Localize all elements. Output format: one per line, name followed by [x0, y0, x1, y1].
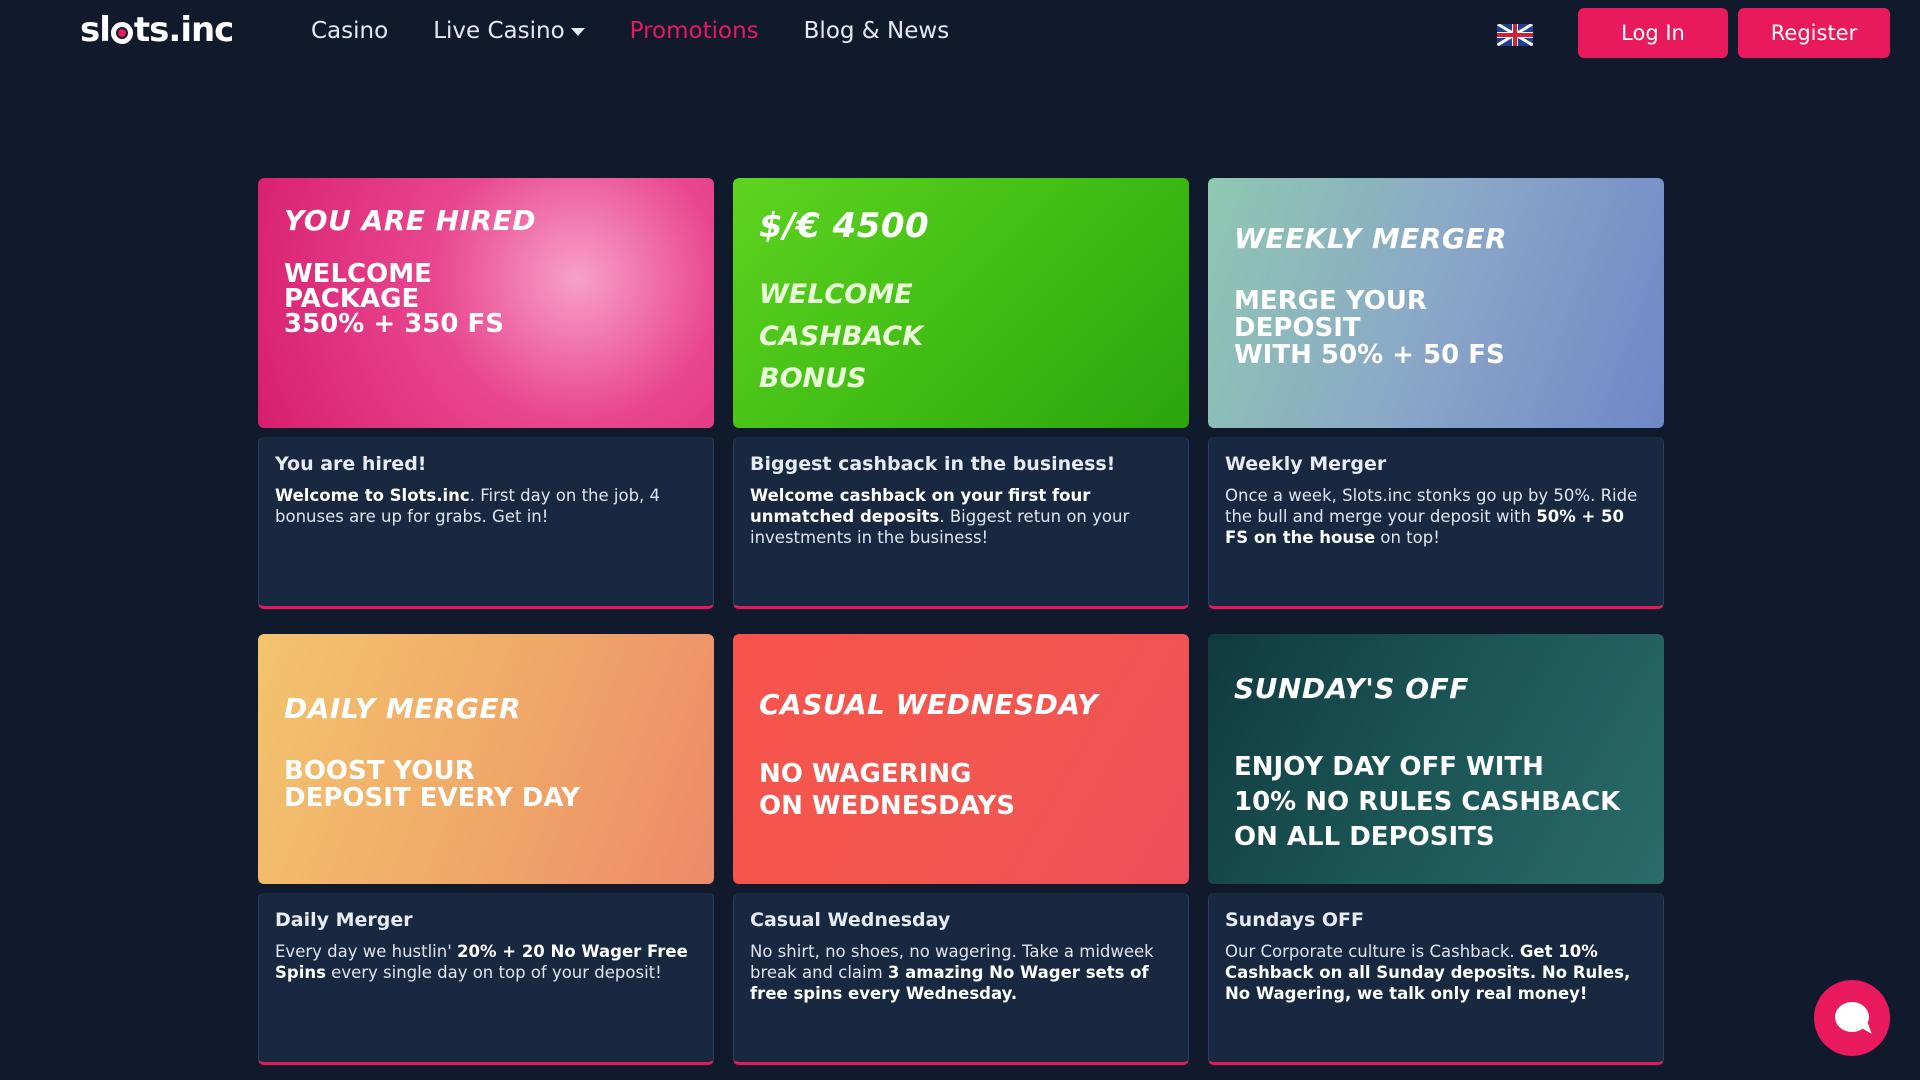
- promo-description: No shirt, no shoes, no wagering. Take a …: [750, 942, 1154, 1003]
- promo-title: Biggest cashback in the business!: [750, 453, 1116, 475]
- banner-title: DAILY MERGER: [284, 692, 522, 725]
- promo-description: Once a week, Slots.inc stonks go up by 5…: [1225, 486, 1638, 547]
- promo-card-body: Sundays OFF Our Corporate culture is Cas…: [1208, 893, 1664, 1065]
- caret-down-icon: [570, 28, 585, 36]
- promo-description: Welcome to Slots.inc. First day on the j…: [275, 486, 661, 526]
- promo-card-body: You are hired! Welcome to Slots.inc. Fir…: [258, 437, 714, 609]
- promo-banner[interactable]: YOU ARE HIRED WELCOME PACKAGE 350% + 350…: [258, 178, 714, 428]
- banner-subtitle: WELCOME PACKAGE 350% + 350 FS: [284, 259, 505, 339]
- uk-flag-icon[interactable]: [1497, 24, 1533, 46]
- banner-title: WEEKLY MERGER: [1234, 222, 1508, 255]
- nav-live-casino-label: Live Casino: [433, 18, 565, 44]
- nav-promotions-label: Promotions: [629, 18, 759, 44]
- promo-card-body: Weekly Merger Once a week, Slots.inc sto…: [1208, 437, 1664, 609]
- promo-banner[interactable]: CASUAL WEDNESDAY NO WAGERING ON WEDNESDA…: [733, 634, 1189, 884]
- banner-subtitle: MERGE YOUR DEPOSIT WITH 50% + 50 FS: [1234, 286, 1505, 370]
- promo-banner[interactable]: WEEKLY MERGER MERGE YOUR DEPOSIT WITH 50…: [1208, 178, 1664, 428]
- login-button[interactable]: Log In: [1578, 8, 1728, 58]
- nav-casino[interactable]: Casino: [311, 18, 388, 44]
- nav-casino-label: Casino: [311, 18, 389, 44]
- register-button[interactable]: Register: [1738, 8, 1890, 58]
- promo-title: You are hired!: [275, 453, 427, 475]
- promo-banner[interactable]: DAILY MERGER BOOST YOUR DEPOSIT EVERY DA…: [258, 634, 714, 884]
- banner-title: SUNDAY'S OFF: [1234, 672, 1469, 705]
- banner-title: YOU ARE HIRED: [284, 204, 536, 237]
- promo-card-body: Biggest cashback in the business! Welcom…: [733, 437, 1189, 609]
- banner-subtitle: ENJOY DAY OFF WITH 10% NO RULES CASHBACK…: [1234, 752, 1621, 852]
- banner-subtitle: WELCOME CASHBACK BONUS: [759, 279, 924, 394]
- promo-title: Casual Wednesday: [750, 909, 951, 931]
- site-logo[interactable]: sl ts.inc: [80, 10, 234, 50]
- promo-card-sundays-off[interactable]: SUNDAY'S OFF ENJOY DAY OFF WITH 10% NO R…: [1208, 634, 1664, 1066]
- chat-button[interactable]: [1814, 980, 1890, 1056]
- promo-banner[interactable]: SUNDAY'S OFF ENJOY DAY OFF WITH 10% NO R…: [1208, 634, 1664, 884]
- promo-banner[interactable]: $/€ 4500 WELCOME CASHBACK BONUS: [733, 178, 1189, 428]
- promo-card-you-are-hired[interactable]: YOU ARE HIRED WELCOME PACKAGE 350% + 350…: [258, 178, 714, 610]
- promo-title: Daily Merger: [275, 909, 413, 931]
- promo-card-body: Daily Merger Every day we hustlin' 20% +…: [258, 893, 714, 1065]
- banner-subtitle: BOOST YOUR DEPOSIT EVERY DAY: [284, 756, 580, 813]
- promo-title: Sundays OFF: [1225, 909, 1364, 931]
- nav-blog-news-label: Blog & News: [803, 18, 950, 44]
- promo-description: Our Corporate culture is Cashback. Get 1…: [1225, 942, 1631, 1003]
- promo-card-weekly-merger[interactable]: WEEKLY MERGER MERGE YOUR DEPOSIT WITH 50…: [1208, 178, 1664, 610]
- promo-title: Weekly Merger: [1225, 453, 1387, 475]
- promo-card-cashback[interactable]: $/€ 4500 WELCOME CASHBACK BONUS Biggest …: [733, 178, 1189, 610]
- promo-card-casual-wednesday[interactable]: CASUAL WEDNESDAY NO WAGERING ON WEDNESDA…: [733, 634, 1189, 1066]
- banner-title: $/€ 4500: [759, 206, 930, 246]
- nav-blog-news[interactable]: Blog & News: [804, 18, 950, 44]
- banner-title: CASUAL WEDNESDAY: [759, 688, 1099, 721]
- promo-description: Every day we hustlin' 20% + 20 No Wager …: [275, 942, 688, 982]
- nav-live-casino[interactable]: Live Casino: [433, 18, 585, 44]
- promo-card-daily-merger[interactable]: DAILY MERGER BOOST YOUR DEPOSIT EVERY DA…: [258, 634, 714, 1066]
- promo-card-body: Casual Wednesday No shirt, no shoes, no …: [733, 893, 1189, 1065]
- promo-description: Welcome cashback on your first four unma…: [750, 486, 1130, 547]
- banner-subtitle: NO WAGERING ON WEDNESDAYS: [759, 759, 1015, 821]
- header: sl ts.inc Casino Live Casino Promotions B…: [0, 0, 1920, 68]
- main-nav: Casino Live Casino Promotions Blog & New…: [311, 18, 994, 44]
- nav-promotions[interactable]: Promotions: [630, 18, 759, 44]
